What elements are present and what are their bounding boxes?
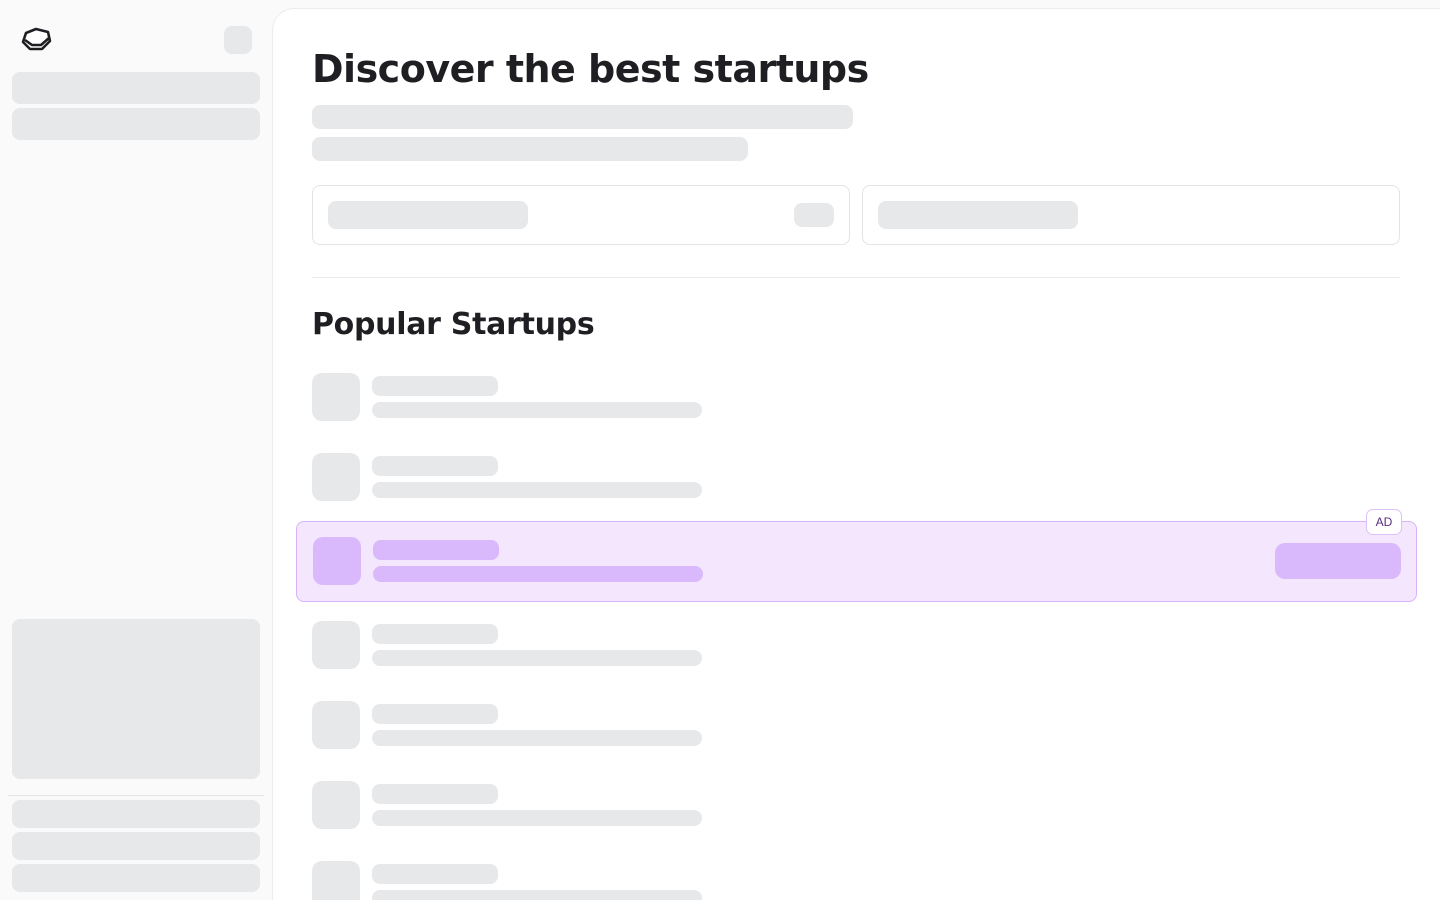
search-input[interactable] [312,185,850,245]
main-panel: Discover the best startups Popular Start… [272,8,1440,900]
startup-row-placeholder[interactable] [312,373,1400,421]
startup-tagline-placeholder [372,482,702,498]
search-placeholder [328,201,528,229]
filter-select[interactable] [862,185,1400,245]
startup-row-placeholder[interactable] [312,453,1400,501]
startup-name-placeholder [372,704,498,724]
filter-placeholder [878,201,1078,229]
sidebar-footer-item-placeholder[interactable] [12,832,260,860]
startup-row-placeholder[interactable] [312,701,1400,749]
sidebar-item-placeholder[interactable] [12,108,260,140]
sidebar-footer-item-placeholder[interactable] [12,864,260,892]
sponsored-logo-placeholder [313,537,361,585]
startup-row-placeholder[interactable] [312,621,1400,669]
startup-tagline-placeholder [372,730,702,746]
startup-name-placeholder [372,624,498,644]
startup-name-placeholder [372,456,498,476]
startup-name-placeholder [372,376,498,396]
sidebar-footer-item-placeholder[interactable] [12,800,260,828]
page-title: Discover the best startups [312,47,869,91]
startup-logo-placeholder [312,373,360,421]
sponsored-cta-button[interactable] [1275,543,1401,579]
startup-tagline-placeholder [372,810,702,826]
startup-tagline-placeholder [372,650,702,666]
sponsored-name-placeholder [373,540,499,560]
startup-logo-placeholder [312,453,360,501]
startup-tagline-placeholder [372,402,702,418]
logo-icon[interactable] [20,26,52,54]
startup-tagline-placeholder [372,890,702,900]
sidebar [0,0,272,900]
sponsored-startup-row[interactable]: AD [296,509,1417,602]
sidebar-toggle-button[interactable] [224,26,252,54]
startup-logo-placeholder [312,621,360,669]
subtitle-line-placeholder [312,137,748,161]
ad-badge: AD [1366,509,1402,535]
subtitle-line-placeholder [312,105,853,129]
sidebar-divider [8,795,264,796]
startup-logo-placeholder [312,701,360,749]
popular-startups-heading: Popular Startups [312,307,595,342]
shortcut-badge-placeholder [794,203,834,227]
startup-row-placeholder[interactable] [312,781,1400,829]
sidebar-promo-card-placeholder [12,619,260,779]
startup-row-placeholder[interactable] [312,861,1400,900]
startup-name-placeholder [372,784,498,804]
sponsored-tagline-placeholder [373,566,703,582]
startup-logo-placeholder [312,781,360,829]
sidebar-item-placeholder[interactable] [12,72,260,104]
section-divider [312,277,1400,278]
startup-name-placeholder [372,864,498,884]
startup-logo-placeholder [312,861,360,900]
